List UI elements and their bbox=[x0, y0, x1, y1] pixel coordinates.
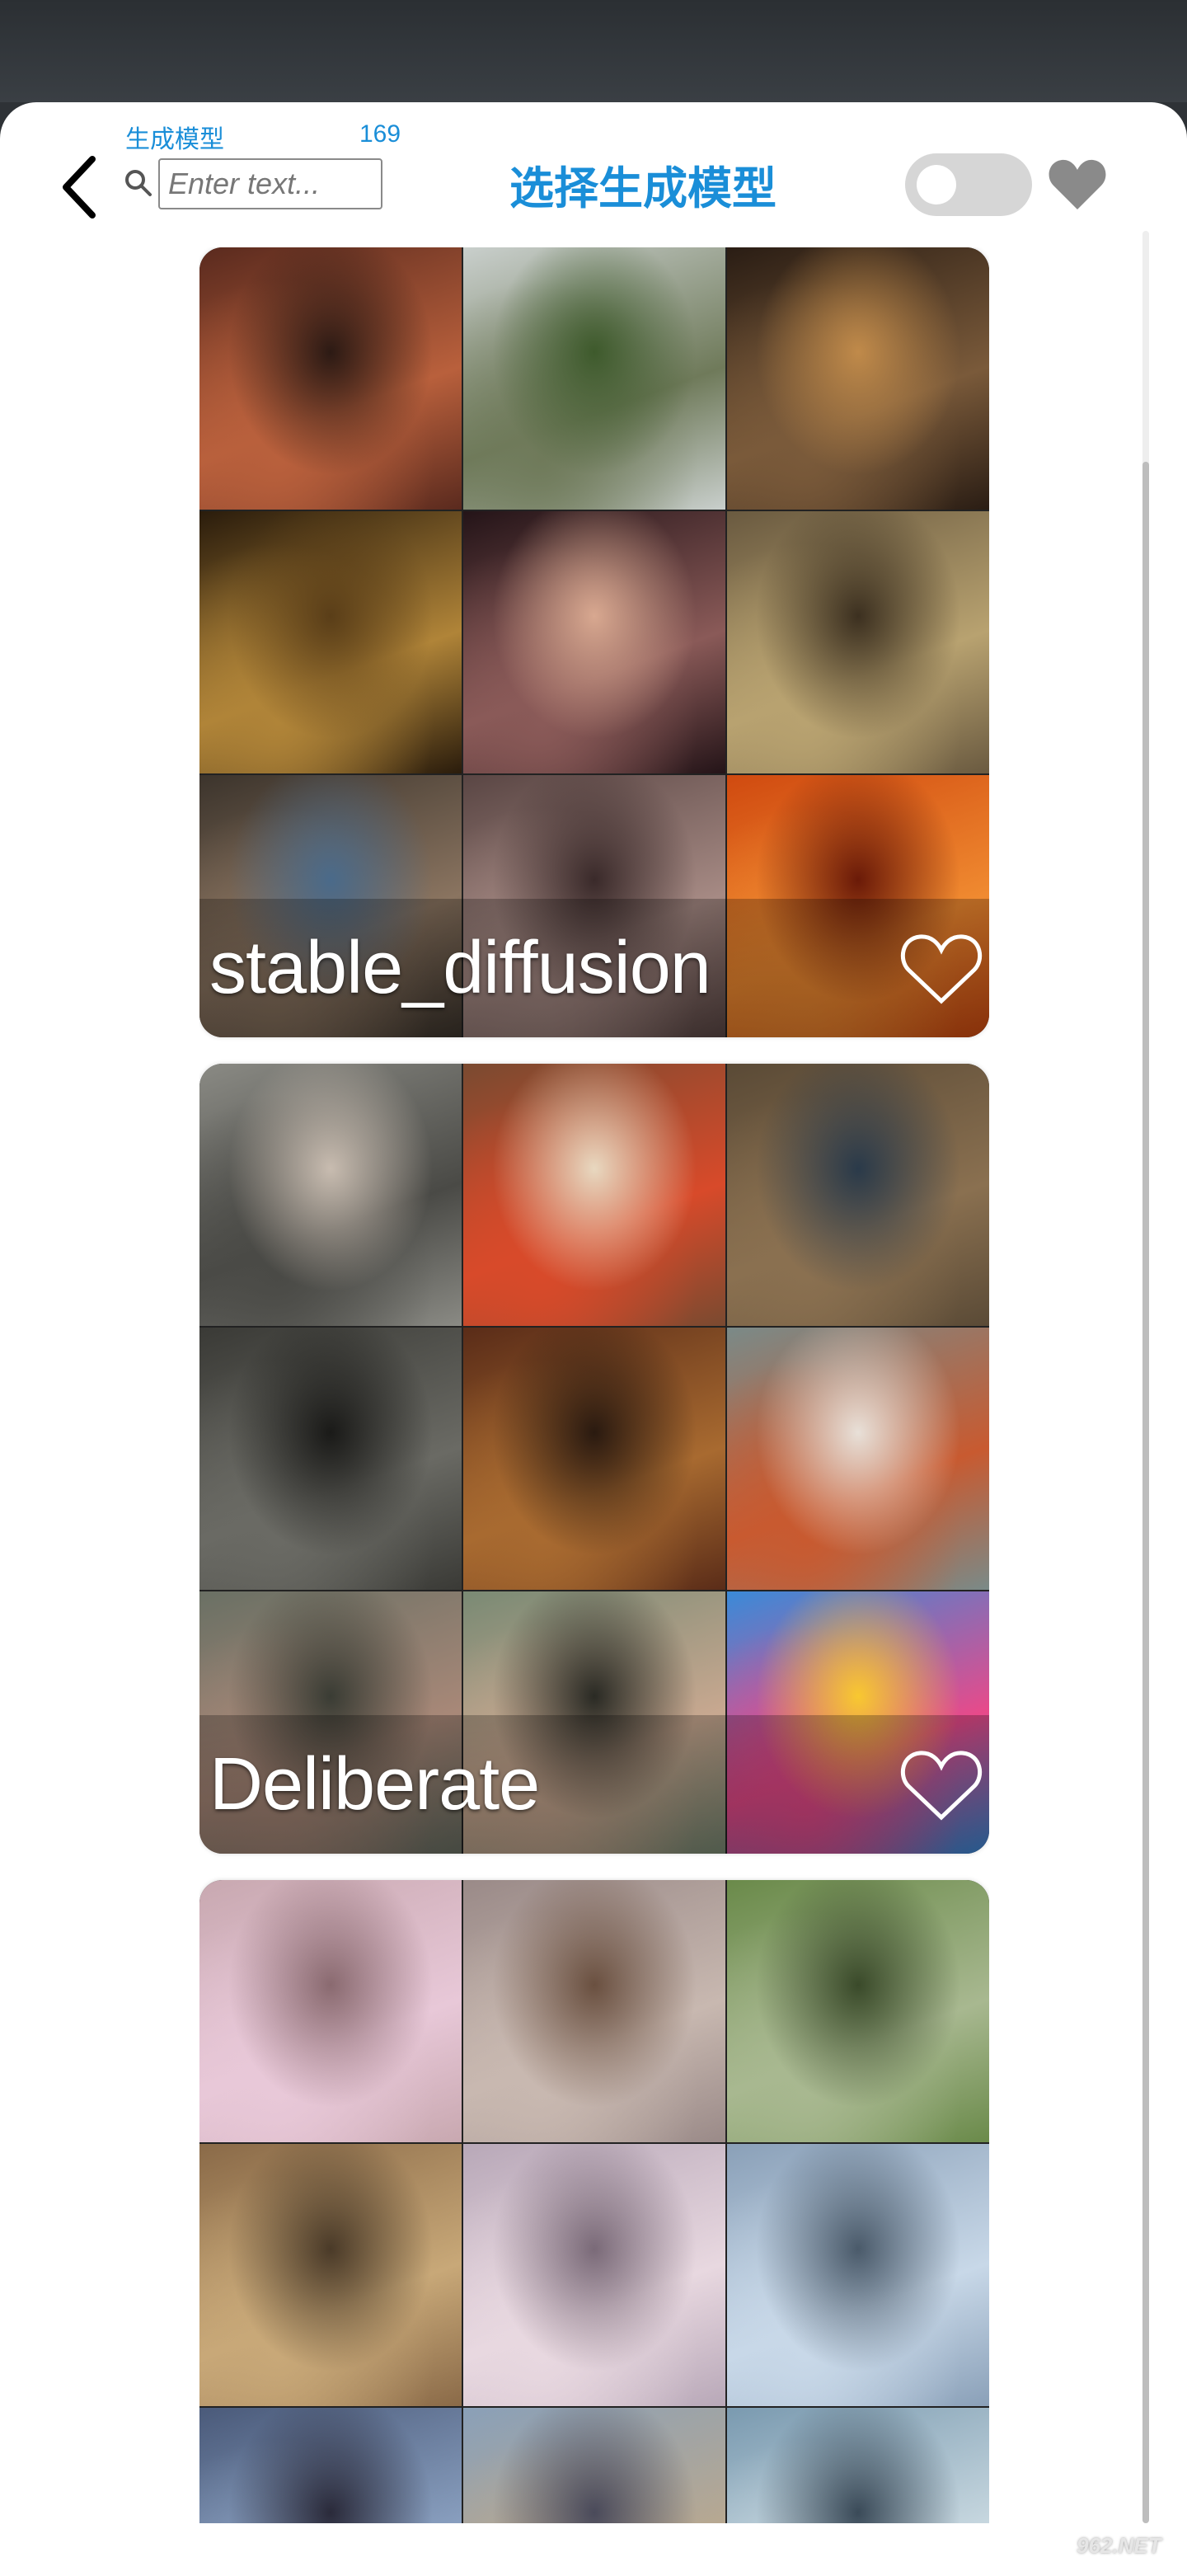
heart-outline-icon[interactable] bbox=[898, 1745, 984, 1824]
preview-image bbox=[199, 247, 462, 510]
model-card[interactable] bbox=[199, 1880, 989, 2523]
toggle-switch[interactable] bbox=[905, 153, 1032, 216]
preview-image bbox=[199, 1064, 462, 1326]
preview-image bbox=[199, 1328, 462, 1590]
model-name-bar: Deliberate bbox=[199, 1715, 989, 1854]
model-count: 169 bbox=[359, 120, 401, 148]
status-bar bbox=[0, 0, 1187, 102]
search-icon bbox=[125, 170, 152, 196]
page-title: 选择生成模型 bbox=[509, 164, 776, 214]
preview-image bbox=[727, 2144, 989, 2406]
preview-image bbox=[727, 1880, 989, 2142]
back-button[interactable] bbox=[49, 150, 107, 224]
model-list: stable_diffusion Deliberate bbox=[199, 247, 989, 2523]
preview-image bbox=[199, 1880, 462, 2142]
preview-image bbox=[463, 2408, 725, 2523]
preview-image bbox=[463, 511, 725, 773]
preview-image bbox=[199, 2408, 462, 2523]
heart-filled-icon[interactable] bbox=[1047, 155, 1108, 213]
model-name: Deliberate bbox=[209, 1743, 540, 1826]
model-name: stable_diffusion bbox=[209, 927, 711, 1009]
preview-image bbox=[463, 2144, 725, 2406]
toggle-knob bbox=[917, 165, 956, 204]
model-card[interactable]: stable_diffusion bbox=[199, 247, 989, 1037]
preview-image bbox=[463, 1880, 725, 2142]
model-card[interactable]: Deliberate bbox=[199, 1064, 989, 1854]
preview-image bbox=[463, 1328, 725, 1590]
preview-image bbox=[463, 1064, 725, 1326]
scrollbar-thumb[interactable] bbox=[1142, 462, 1149, 2523]
preview-image bbox=[199, 511, 462, 773]
model-label: 生成模型 bbox=[125, 126, 224, 153]
preview-image bbox=[727, 511, 989, 773]
search-input[interactable] bbox=[158, 158, 382, 209]
preview-image bbox=[727, 247, 989, 510]
preview-image bbox=[727, 1328, 989, 1590]
model-name-bar: stable_diffusion bbox=[199, 899, 989, 1037]
chevron-left-icon bbox=[63, 156, 96, 219]
heart-outline-icon[interactable] bbox=[898, 928, 984, 1008]
preview-image bbox=[199, 2144, 462, 2406]
preview-grid bbox=[199, 1880, 989, 2523]
preview-image bbox=[727, 2408, 989, 2523]
preview-image bbox=[727, 1064, 989, 1326]
preview-image bbox=[463, 247, 725, 510]
watermark-logo: 962.NET bbox=[1077, 2533, 1161, 2558]
